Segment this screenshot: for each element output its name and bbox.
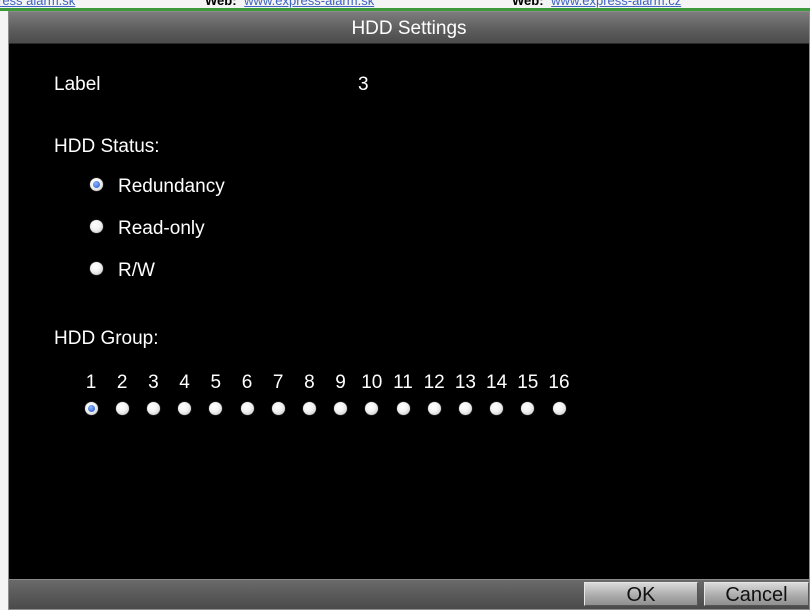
screenshot-page: ress alarm.sk Web: www.express-alarm.sk … (0, 0, 810, 610)
hdd-group-radio-3[interactable] (146, 402, 160, 415)
hdd-group-number: 8 (304, 372, 315, 393)
hdd-group-radio-14[interactable] (490, 402, 504, 415)
redundancy-radio[interactable] (90, 178, 103, 191)
hdd-group-radio-1[interactable] (84, 402, 98, 415)
web-header-segment-1: ress alarm.sk (0, 0, 75, 7)
dialog-titlebar: HDD Settings (9, 12, 809, 44)
hdd-group-number: 5 (210, 372, 222, 393)
web-link[interactable]: www.express-alarm.sk (244, 0, 374, 8)
hdd-group-radio-7[interactable] (271, 402, 285, 415)
hdd-group-number: 14 (486, 372, 508, 393)
hdd-group-radio-9[interactable] (334, 402, 348, 415)
hdd-group-radio-5[interactable] (209, 402, 223, 415)
hdd-group-number: 13 (454, 372, 476, 393)
cancel-button[interactable]: Cancel (704, 582, 809, 606)
hdd-group-radio-4[interactable] (178, 402, 192, 415)
hdd-group-number: 1 (85, 372, 97, 393)
hdd-group-heading: HDD Group: (54, 328, 159, 349)
hdd-group-radio-15[interactable] (521, 402, 535, 415)
web-header-strip: ress alarm.sk Web: www.express-alarm.sk … (0, 0, 810, 8)
web-label: Web: (512, 0, 544, 8)
dialog-button-bar: OK Cancel (9, 579, 809, 609)
web-header-segment-3: Web: www.express-alarm.cz (512, 0, 681, 7)
hdd-group-number: 12 (423, 372, 445, 393)
web-link[interactable]: www.express-alarm.cz (551, 0, 681, 8)
hdd-group-radio-12[interactable] (427, 402, 441, 415)
redundancy-label[interactable]: Redundancy (118, 176, 225, 198)
hdd-group-radio-2[interactable] (115, 402, 129, 415)
dialog-title: HDD Settings (351, 18, 467, 39)
rw-label[interactable]: R/W (118, 260, 155, 282)
hdd-group-radio-6[interactable] (240, 402, 254, 415)
hdd-group-radio-8[interactable] (302, 402, 316, 415)
web-link[interactable]: ress alarm.sk (0, 0, 75, 8)
label-field-label: Label (54, 74, 101, 95)
hdd-group-number: 4 (179, 372, 190, 393)
web-label: Web: (205, 0, 237, 8)
ok-button[interactable]: OK (584, 582, 698, 606)
hdd-group-radio-10[interactable] (365, 402, 379, 415)
rw-radio[interactable] (90, 262, 103, 275)
hdd-group-number: 3 (148, 372, 159, 393)
hdd-group-number: 6 (241, 372, 253, 393)
hdd-group-number: 9 (335, 372, 346, 393)
hdd-group-number: 16 (548, 372, 570, 393)
hdd-group-number: 2 (116, 372, 128, 393)
hdd-group-radio-11[interactable] (396, 402, 410, 415)
label-field-value: 3 (358, 74, 369, 95)
hdd-group-number: 11 (393, 372, 413, 393)
hdd-group-number: 15 (517, 372, 539, 393)
hdd-group-number: 10 (361, 372, 383, 393)
hdd-group-radio-16[interactable] (552, 402, 566, 415)
hdd-group-radio-13[interactable] (458, 402, 472, 415)
read-only-label[interactable]: Read-only (118, 218, 205, 240)
web-header-segment-2: Web: www.express-alarm.sk (205, 0, 374, 7)
read-only-radio[interactable] (90, 220, 103, 233)
hdd-group-number: 7 (272, 372, 284, 393)
hdd-settings-dialog: HDD Settings Label 3 HDD Status: Redunda… (8, 11, 810, 610)
hdd-status-heading: HDD Status: (54, 136, 160, 157)
